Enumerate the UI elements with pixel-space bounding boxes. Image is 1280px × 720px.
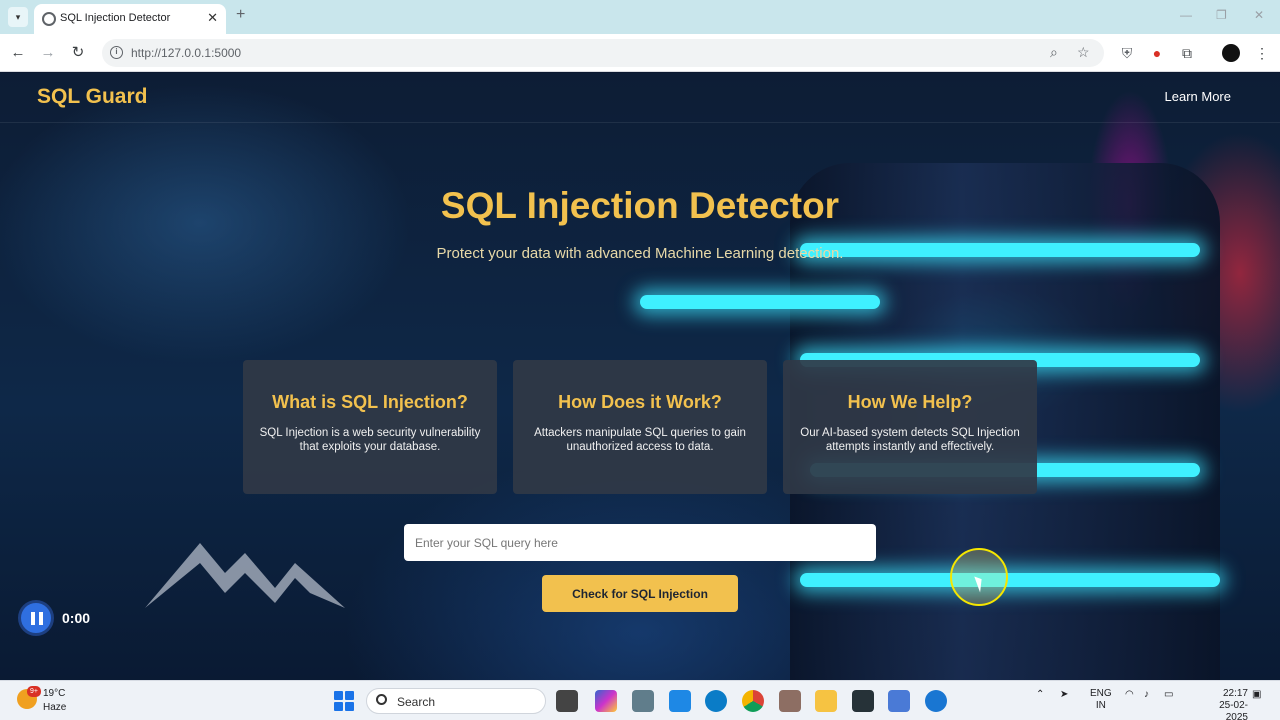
forward-icon[interactable]: → [38, 43, 58, 63]
language-code: ENG [1090, 688, 1112, 699]
chrome-browser-icon[interactable] [742, 690, 764, 712]
learn-more-link[interactable]: Learn More [1165, 89, 1231, 104]
browser-toolbar: ← → ↻ i http://127.0.0.1:5000 ⌕ ☆ ⛨ ● ⧉ … [0, 34, 1280, 72]
notification-badge: 9+ [27, 686, 41, 697]
profile-avatar[interactable] [1222, 44, 1240, 62]
windows-taskbar: 9+ 19°C Haze Search ⌃ ➤ ENG IN ◠ ♪ ▭ 22:… [0, 680, 1280, 720]
globe-icon [42, 12, 56, 26]
region-code: IN [1095, 700, 1106, 711]
video-player-controls: 0:00 [18, 600, 98, 636]
opera-extension-icon[interactable]: ● [1147, 43, 1167, 63]
camera-icon[interactable] [632, 690, 654, 712]
volume-icon[interactable]: ♪ [1144, 689, 1149, 700]
task-view-icon[interactable] [556, 690, 578, 712]
card-text: Our AI-based system detects SQL Injectio… [800, 427, 1020, 453]
info-card-what-is: What is SQL Injection? SQL Injection is … [243, 360, 497, 494]
notifications-icon[interactable]: ▣ [1252, 689, 1261, 700]
pause-icon[interactable] [18, 600, 54, 636]
browser-tab[interactable]: SQL Injection Detector ✕ [34, 4, 226, 34]
zoom-icon[interactable]: ⌕ [1050, 44, 1058, 61]
sql-query-input[interactable] [404, 524, 876, 561]
glow-ring [800, 573, 1220, 587]
close-tab-icon[interactable]: ✕ [207, 10, 218, 26]
file-explorer-icon[interactable] [815, 690, 837, 712]
clock-time: 22:17 [1222, 688, 1248, 699]
show-hidden-icons-icon[interactable]: ⌃ [1036, 689, 1044, 700]
site-info-icon[interactable]: i [110, 46, 123, 59]
copilot-icon[interactable] [595, 690, 617, 712]
hero-subtitle: Protect your data with advanced Machine … [436, 245, 844, 262]
card-title: How Does it Work? [558, 392, 722, 412]
weather-description[interactable]: Haze [43, 702, 66, 713]
playback-time: 0:00 [62, 610, 91, 626]
address-bar[interactable]: i http://127.0.0.1:5000 ⌕ ☆ [102, 39, 1104, 67]
info-card-how-it-works: How Does it Work? Attackers manipulate S… [513, 360, 767, 494]
notepad-icon[interactable] [888, 690, 910, 712]
remote-desktop-icon[interactable] [669, 690, 691, 712]
app-icon[interactable] [779, 690, 801, 712]
more-menu-icon[interactable]: ⋮ [1252, 43, 1272, 63]
tab-title: SQL Injection Detector [60, 12, 171, 24]
site-header: SQL Guard Learn More [0, 73, 1280, 123]
card-text: Attackers manipulate SQL queries to gain… [534, 427, 746, 453]
minimize-icon[interactable]: — [1180, 8, 1192, 22]
bookmark-star-icon[interactable]: ☆ [1077, 44, 1090, 61]
location-icon[interactable]: ➤ [1060, 689, 1068, 700]
page-content: SQL Guard Learn More SQL Injection Detec… [0, 73, 1280, 680]
battery-icon[interactable]: ▭ [1164, 689, 1173, 700]
input-language[interactable]: ENG IN [1090, 688, 1112, 712]
search-icon [376, 694, 387, 705]
browser-tab-bar: ▾ SQL Injection Detector ✕ + — ❐ ✕ [0, 0, 1280, 34]
shield-extension-icon[interactable]: ⛨ [1117, 43, 1137, 63]
card-text: SQL Injection is a web security vulnerab… [259, 427, 481, 453]
glow-ring [640, 295, 880, 309]
search-label: Search [397, 695, 436, 709]
brand-logo-text[interactable]: SQL Guard [37, 85, 147, 109]
clock-date: 25-02-2025 [1219, 700, 1248, 720]
edge-browser-icon[interactable] [705, 690, 727, 712]
new-tab-icon[interactable]: + [236, 6, 245, 24]
info-card-how-we-help: How We Help? Our AI-based system detects… [783, 360, 1037, 494]
weather-temperature[interactable]: 19°C [43, 688, 65, 699]
wifi-icon[interactable]: ◠ [1125, 689, 1134, 700]
restore-icon[interactable]: ❐ [1216, 8, 1227, 22]
url-text[interactable]: http://127.0.0.1:5000 [131, 46, 241, 60]
extensions-puzzle-icon[interactable]: ⧉ [1177, 43, 1197, 63]
terminal-icon[interactable] [852, 690, 874, 712]
screen-recorder-icon[interactable] [925, 690, 947, 712]
card-title: How We Help? [847, 392, 973, 412]
mountain-logo-watermark [145, 543, 345, 608]
system-clock[interactable]: 22:17 25-02-2025 [1208, 688, 1248, 720]
hero-title: SQL Injection Detector [440, 185, 840, 226]
card-title: What is SQL Injection? [272, 392, 468, 412]
window-close-icon[interactable]: ✕ [1254, 8, 1264, 22]
tab-search-menu-icon[interactable]: ▾ [8, 7, 28, 27]
windows-start-icon[interactable] [334, 691, 354, 711]
taskbar-search[interactable]: Search [366, 688, 546, 714]
back-icon[interactable]: ← [8, 43, 28, 63]
check-sql-injection-button[interactable]: Check for SQL Injection [542, 575, 738, 612]
reload-icon[interactable]: ↻ [68, 43, 88, 63]
